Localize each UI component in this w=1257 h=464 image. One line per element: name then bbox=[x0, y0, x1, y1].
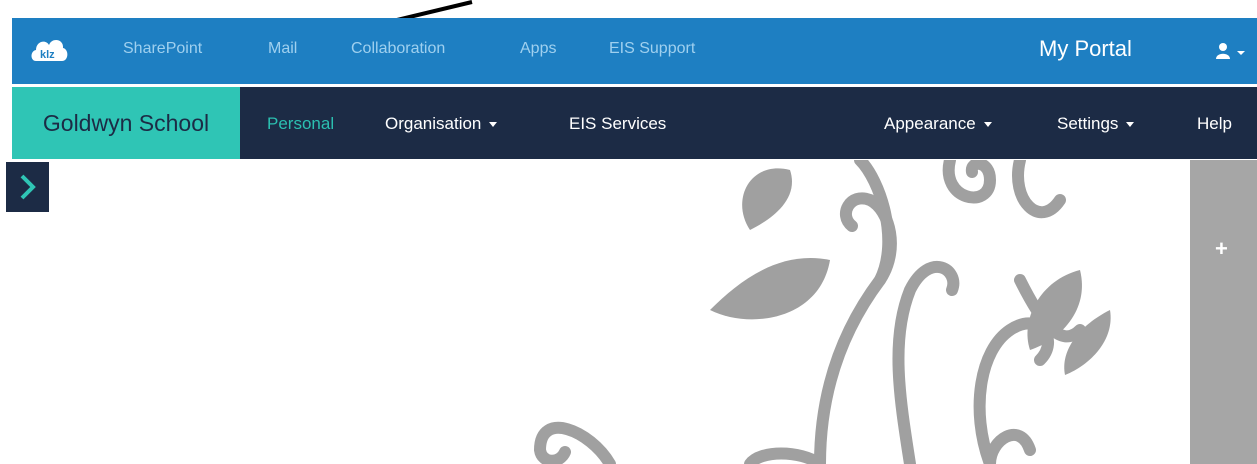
nav-personal[interactable]: Personal bbox=[267, 114, 334, 134]
top-nav-sharepoint[interactable]: SharePoint bbox=[123, 40, 202, 58]
chevron-down-icon bbox=[1126, 122, 1135, 128]
nav-settings[interactable]: Settings bbox=[1057, 114, 1135, 134]
top-nav-apps[interactable]: Apps bbox=[520, 40, 556, 58]
expand-sidebar-button[interactable] bbox=[6, 162, 49, 212]
portal-title[interactable]: My Portal bbox=[1039, 36, 1132, 62]
top-nav-eis-support[interactable]: EIS Support bbox=[609, 40, 695, 58]
chevron-down-icon bbox=[489, 122, 498, 128]
svg-text:klz: klz bbox=[40, 49, 55, 61]
chevron-right-icon bbox=[20, 174, 36, 200]
chevron-down-icon bbox=[983, 122, 992, 128]
right-panel bbox=[1190, 160, 1257, 464]
top-bar: klz SharePoint Mail Collaboration Apps E… bbox=[12, 18, 1257, 84]
klz-logo[interactable]: klz bbox=[28, 33, 70, 67]
nav-organisation[interactable]: Organisation bbox=[385, 114, 498, 134]
nav-appearance[interactable]: Appearance bbox=[884, 114, 992, 134]
main-nav-bar: Goldwyn School Personal Organisation EIS… bbox=[12, 87, 1257, 159]
user-icon bbox=[1216, 43, 1245, 59]
top-nav-collaboration[interactable]: Collaboration bbox=[351, 40, 445, 58]
nav-help[interactable]: Help bbox=[1197, 114, 1232, 134]
school-brand[interactable]: Goldwyn School bbox=[12, 87, 240, 159]
add-button[interactable]: + bbox=[1215, 236, 1228, 262]
user-menu[interactable] bbox=[1214, 40, 1254, 62]
top-nav-mail[interactable]: Mail bbox=[268, 40, 297, 58]
floral-background bbox=[533, 160, 1111, 464]
nav-eis-services[interactable]: EIS Services bbox=[569, 114, 666, 134]
